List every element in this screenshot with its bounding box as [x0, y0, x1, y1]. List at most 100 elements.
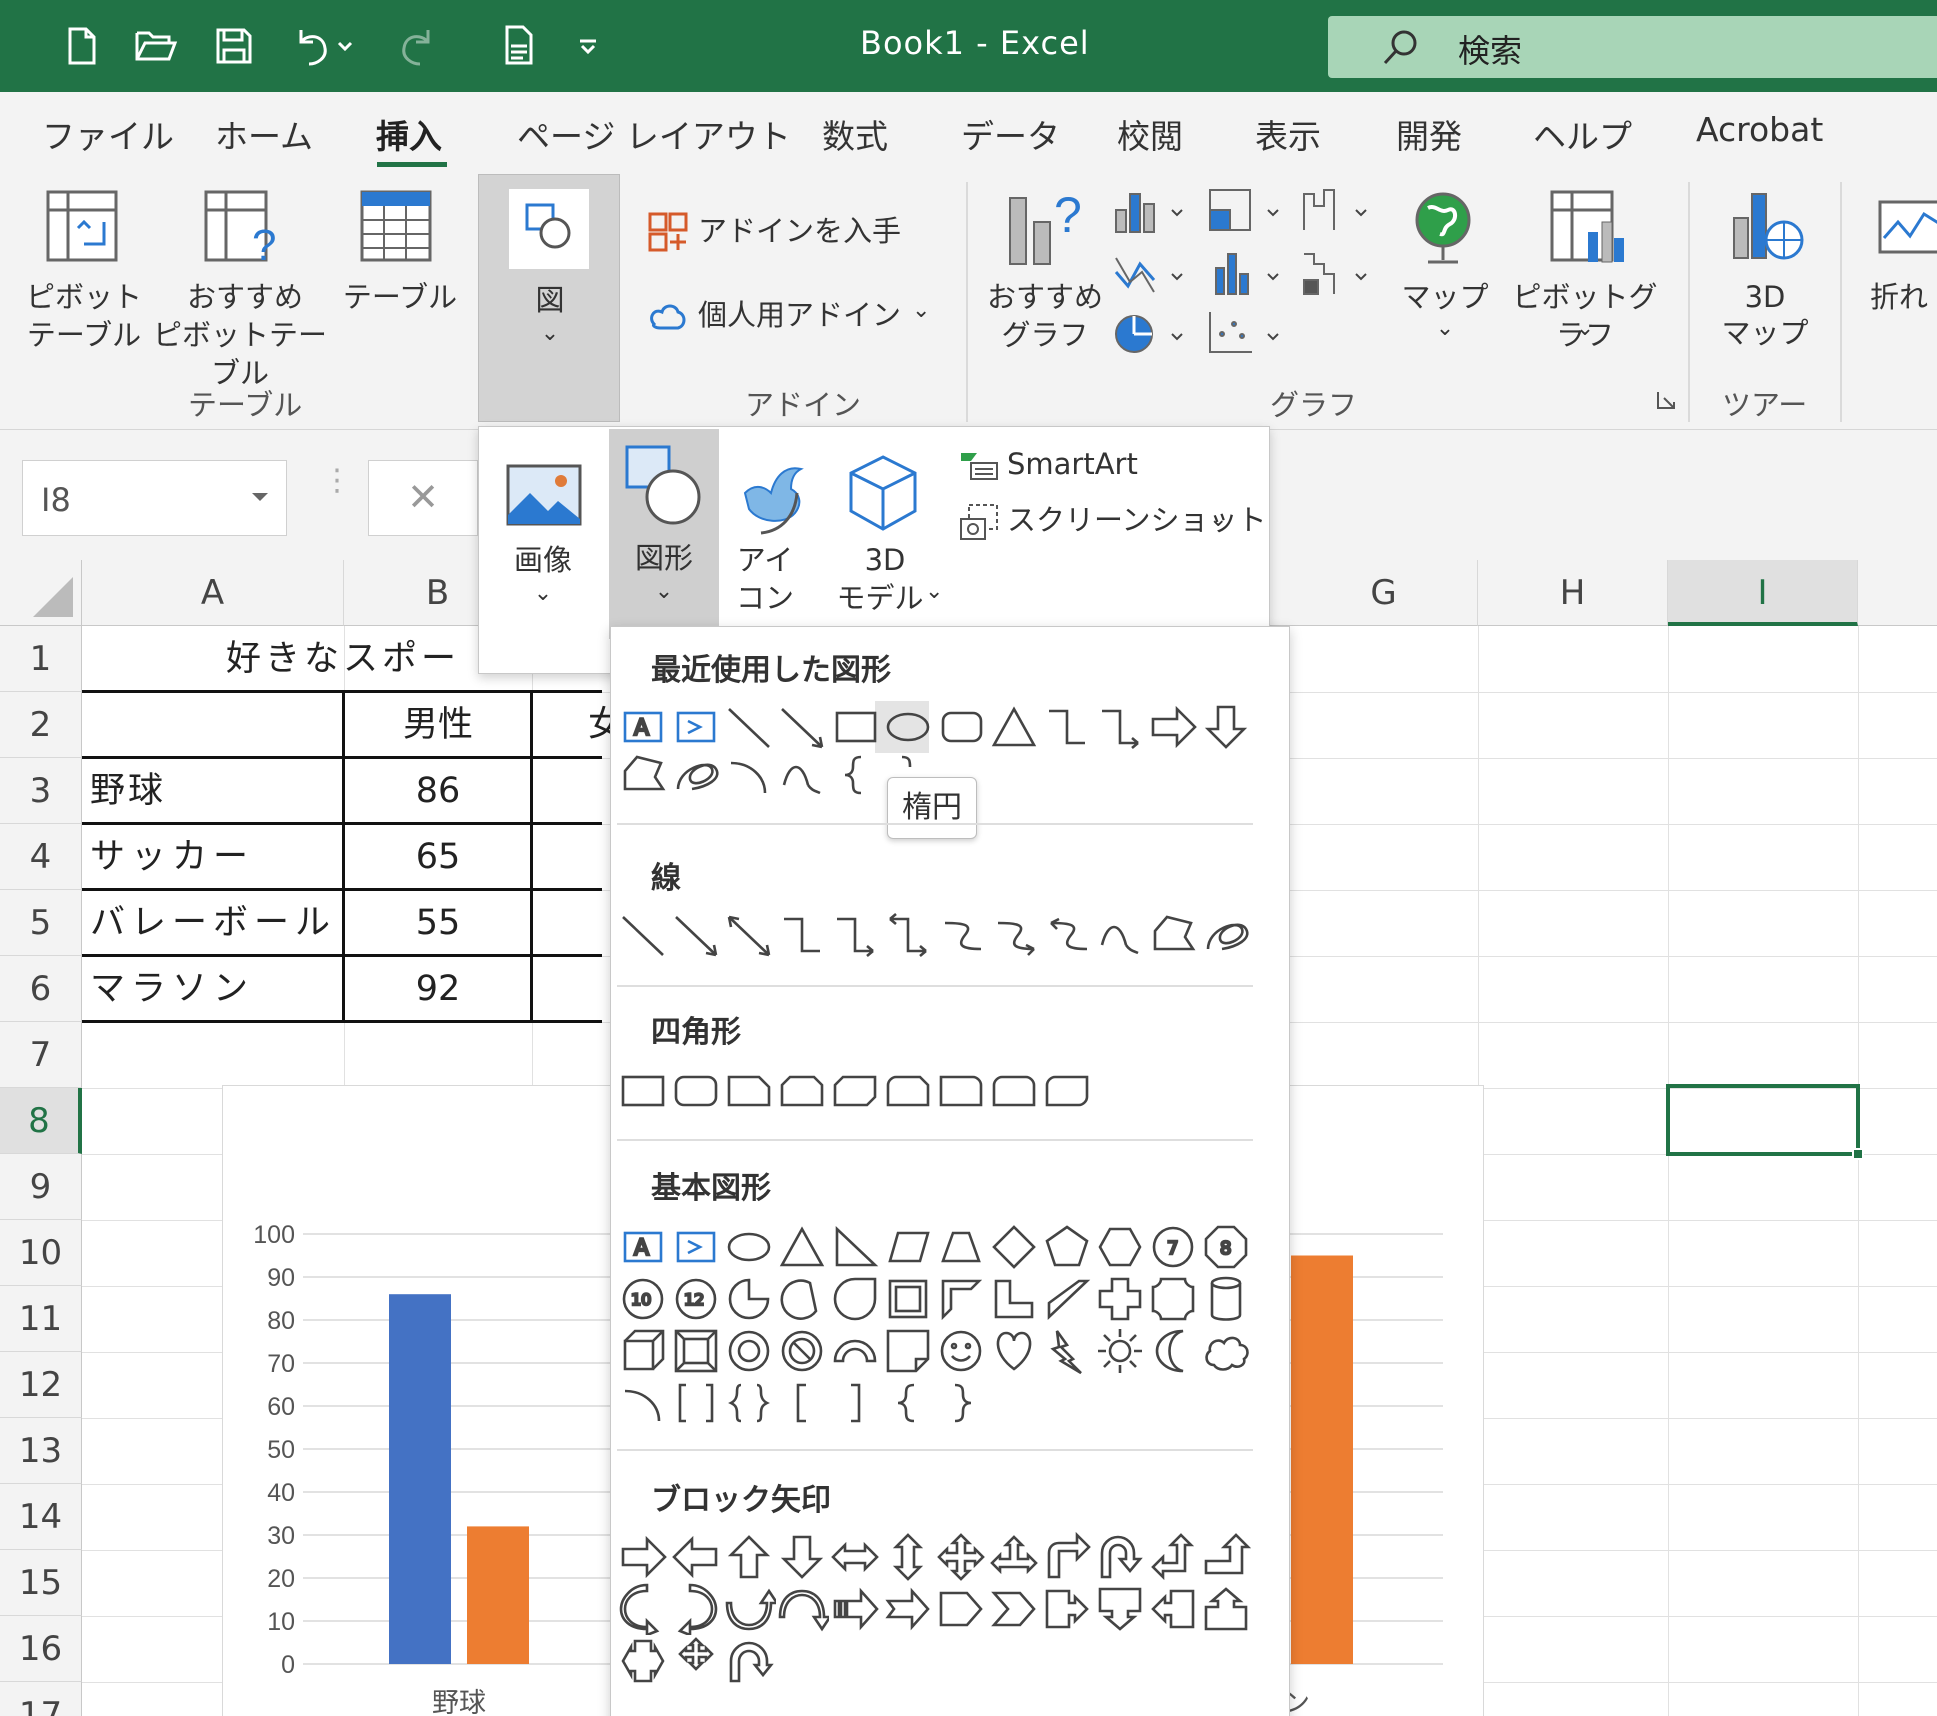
- row-header[interactable]: 8: [0, 1088, 82, 1154]
- sport-label-cell[interactable]: 野球: [90, 758, 166, 824]
- shapes-button[interactable]: 図形 ⌄: [609, 429, 719, 639]
- open-folder-icon[interactable]: [130, 18, 182, 74]
- row-header[interactable]: 15: [0, 1550, 82, 1616]
- row-header[interactable]: 1: [0, 626, 82, 692]
- 3d-map-icon[interactable]: [1728, 188, 1808, 268]
- hexagon-icon: [1098, 1227, 1142, 1267]
- shape-row[interactable]: [617, 1635, 776, 1687]
- tab-acrobat[interactable]: Acrobat: [1696, 110, 1823, 149]
- row-header[interactable]: 7: [0, 1022, 82, 1088]
- table-title-cell[interactable]: 好きなスポー: [226, 626, 460, 692]
- pivot-table-icon[interactable]: [44, 188, 120, 264]
- row-header[interactable]: 11: [0, 1286, 82, 1352]
- fill-handle[interactable]: [1852, 1148, 1864, 1160]
- tab-help[interactable]: ヘルプ: [1533, 110, 1632, 158]
- dodecagon-icon: 12: [675, 1278, 717, 1320]
- left-right-up-arrow-icon: [990, 1535, 1038, 1575]
- sport-label-cell[interactable]: マラソン: [90, 956, 254, 1022]
- tab-developer[interactable]: 開発: [1396, 110, 1462, 158]
- svg-text:A: A: [634, 1236, 649, 1261]
- row-header[interactable]: 3: [0, 758, 82, 824]
- dialog-launcher-icon[interactable]: [1656, 390, 1676, 410]
- row-header[interactable]: 10: [0, 1220, 82, 1286]
- row-header[interactable]: 17: [0, 1682, 82, 1716]
- bar-野球-series-1[interactable]: [389, 1294, 451, 1664]
- smartart-icon[interactable]: [957, 449, 1001, 485]
- column-header-a[interactable]: A: [82, 560, 344, 626]
- bar-野球-series-2[interactable]: [467, 1526, 529, 1664]
- print-preview-icon[interactable]: [495, 18, 547, 74]
- male-value-cell[interactable]: 92: [344, 956, 532, 1022]
- select-all-corner[interactable]: [0, 560, 82, 626]
- my-addins-label[interactable]: 個人用アドイン: [698, 296, 901, 334]
- undo-dropdown-icon[interactable]: [330, 18, 360, 74]
- row-header[interactable]: 13: [0, 1418, 82, 1484]
- sparkline-line-icon[interactable]: [1876, 198, 1937, 258]
- get-addins-icon[interactable]: [646, 210, 690, 254]
- shape-row[interactable]: [617, 1065, 1094, 1117]
- row-header[interactable]: 2: [0, 692, 82, 758]
- globe-map-icon[interactable]: [1408, 188, 1478, 268]
- table-icon[interactable]: [358, 188, 434, 264]
- shape-row[interactable]: [617, 1583, 1253, 1635]
- sport-label-cell[interactable]: サッカー: [90, 824, 254, 890]
- shape-row[interactable]: [617, 909, 1253, 961]
- tab-view[interactable]: 表示: [1255, 110, 1321, 158]
- column-header-g[interactable]: G: [1290, 560, 1478, 626]
- column-header-i[interactable]: I: [1668, 560, 1858, 626]
- my-addins-icon[interactable]: [646, 294, 690, 338]
- screenshot-label[interactable]: スクリーンショット: [1007, 501, 1267, 539]
- smartart-label[interactable]: SmartArt: [1007, 445, 1138, 483]
- shape-row[interactable]: [617, 1531, 1253, 1583]
- tab-formulas[interactable]: 数式: [822, 110, 888, 158]
- tab-review[interactable]: 校閲: [1117, 110, 1183, 158]
- figure-button[interactable]: 図 ⌄: [478, 174, 620, 422]
- redo-icon[interactable]: [392, 18, 444, 74]
- icons-button[interactable]: アイ コン: [725, 441, 825, 651]
- tab-data[interactable]: データ: [961, 110, 1060, 158]
- customize-qat-icon[interactable]: [568, 18, 608, 74]
- 3d-models-button[interactable]: 3D モデル ⌄: [825, 441, 945, 651]
- tab-insert[interactable]: 挿入: [376, 110, 442, 158]
- shape-row[interactable]: A 7 8: [617, 1221, 1253, 1273]
- tab-page-layout[interactable]: ページ レイアウト: [517, 110, 791, 158]
- save-icon[interactable]: [208, 18, 260, 74]
- male-value-cell[interactable]: 86: [344, 758, 532, 824]
- y-tick-label: 0: [281, 1651, 295, 1679]
- selected-cell[interactable]: [1666, 1084, 1860, 1156]
- resize-grip[interactable]: ⋮: [322, 466, 352, 514]
- shape-row[interactable]: [617, 1325, 1253, 1377]
- column-header-h[interactable]: H: [1478, 560, 1668, 626]
- recommended-charts-icon[interactable]: ?: [1004, 188, 1094, 268]
- row-header[interactable]: 6: [0, 956, 82, 1022]
- shape-row[interactable]: [617, 1377, 988, 1429]
- row-header[interactable]: 9: [0, 1154, 82, 1220]
- new-file-icon[interactable]: [56, 18, 108, 74]
- chart-types-grid[interactable]: [1112, 184, 1402, 364]
- name-box[interactable]: I8: [22, 460, 287, 536]
- column-header-j[interactable]: [1858, 560, 1937, 626]
- screenshot-icon[interactable]: [957, 499, 1001, 543]
- pivot-chart-icon[interactable]: [1548, 188, 1628, 268]
- tab-file[interactable]: ファイル: [42, 110, 174, 158]
- picture-button[interactable]: 画像 ⌄: [493, 441, 603, 651]
- shape-row[interactable]: 10 12: [617, 1273, 1253, 1325]
- row-header[interactable]: 14: [0, 1484, 82, 1550]
- search-box[interactable]: 検索: [1328, 16, 1937, 78]
- row-header[interactable]: 16: [0, 1616, 82, 1682]
- shape-row[interactable]: A: [617, 701, 1253, 753]
- cancel-icon[interactable]: ✕: [368, 460, 478, 536]
- row-header[interactable]: 4: [0, 824, 82, 890]
- sport-label-cell[interactable]: バレーボール: [90, 890, 336, 956]
- bar-マラソン-series-2[interactable]: [1291, 1255, 1353, 1665]
- tab-home[interactable]: ホーム: [215, 110, 313, 158]
- row-header[interactable]: 12: [0, 1352, 82, 1418]
- recommended-pivot-icon[interactable]: ?: [202, 188, 282, 268]
- picture-label: 画像: [513, 543, 572, 577]
- my-addins-dropdown-icon[interactable]: ⌄: [912, 292, 930, 330]
- get-addins-label[interactable]: アドインを入手: [698, 212, 901, 250]
- male-value-cell[interactable]: 55: [344, 890, 532, 956]
- row-header[interactable]: 5: [0, 890, 82, 956]
- header-male-cell[interactable]: 男性: [344, 692, 532, 758]
- male-value-cell[interactable]: 65: [344, 824, 532, 890]
